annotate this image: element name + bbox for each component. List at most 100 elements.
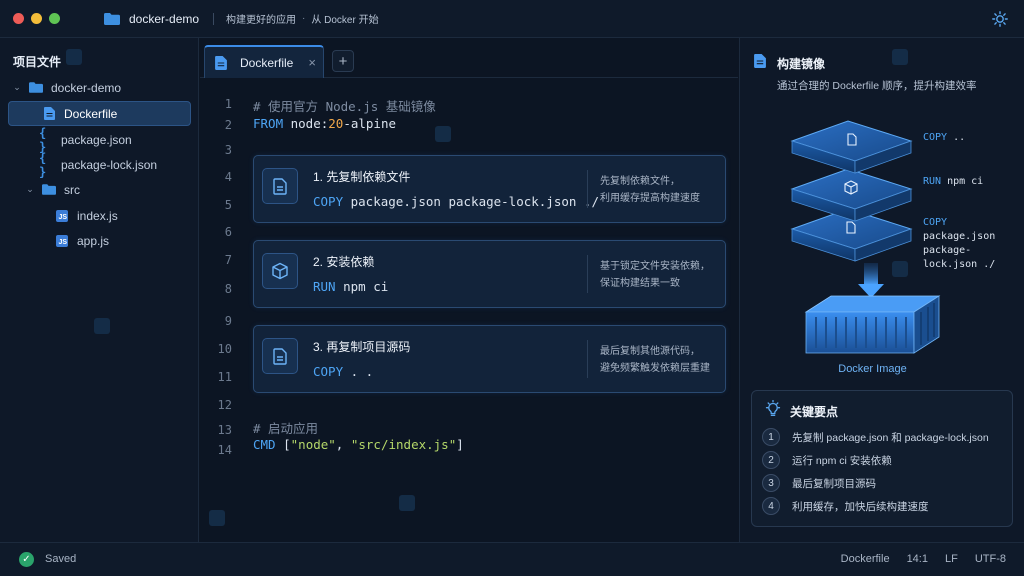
json-icon: { }: [39, 150, 47, 179]
code-text: ..: [947, 132, 966, 143]
key-point-text: 利用缓存，加快后续构建速度: [792, 500, 929, 513]
sun-icon[interactable]: [992, 11, 1008, 27]
key-points-card: 关键要点 1 先复制 package.json 和 package-lock.j…: [751, 390, 1013, 527]
tab-label: Dockerfile: [240, 55, 294, 70]
code-keyword: CMD: [253, 437, 276, 452]
cube-icon: [262, 253, 298, 289]
block-code: COPY . .: [313, 364, 373, 379]
docker-image-label: Docker Image: [838, 363, 907, 375]
block-divider: [587, 340, 588, 378]
layer-label-3: COPY package.json package-lock.json ./: [923, 216, 1024, 272]
project-name[interactable]: docker-demo: [129, 12, 199, 26]
line-number: 8: [224, 282, 232, 296]
code-editor[interactable]: Dockerfile × + 1 2 3 4 5 6 7 8 9 10 11 1…: [200, 38, 738, 542]
watermark-mark: [892, 261, 908, 277]
code-block-copy-source[interactable]: 3. 再复制项目源码 COPY . . 最后复制其他源代码， 避免频繁触发依赖层…: [253, 325, 726, 393]
chevron-down-icon[interactable]: ⌄: [12, 82, 22, 93]
tree-item-app-js[interactable]: JS app.js: [8, 228, 191, 253]
explorer-title: 项目文件: [13, 55, 62, 69]
key-point-item: 4 利用缓存，加快后续构建速度: [762, 497, 929, 515]
tree-item-dockerfile[interactable]: Dockerfile: [8, 101, 191, 126]
key-point-number: 2: [762, 451, 780, 469]
key-point-item: 3 最后复制项目源码: [762, 474, 876, 492]
block-code: COPY package.json package-lock.json ./: [313, 194, 599, 209]
code-text: ,: [335, 437, 351, 452]
docker-image-container: [804, 295, 941, 354]
code-text: package.json package-lock.json ./: [343, 194, 599, 209]
tree-item-label: src: [64, 182, 80, 197]
file-icon: [215, 55, 227, 70]
block-note-line: 利用缓存提高构建速度: [600, 193, 700, 204]
line-number: 7: [224, 253, 232, 267]
status-encoding[interactable]: UTF-8: [975, 553, 1006, 565]
code-line-13[interactable]: # 启动应用: [253, 418, 318, 437]
line-number: 5: [224, 198, 232, 212]
key-point-item: 1 先复制 package.json 和 package-lock.json: [762, 428, 989, 446]
plus-icon[interactable]: +: [332, 50, 354, 72]
tagline: 构建更好的应用: [226, 15, 297, 26]
block-title: 1. 先复制依赖文件: [313, 170, 411, 184]
tree-item-package-json[interactable]: { } package.json: [8, 126, 191, 154]
code-text: ]: [456, 437, 464, 452]
watermark-mark: [892, 49, 908, 65]
code-block-copy-deps[interactable]: 1. 先复制依赖文件 COPY package.json package-loc…: [253, 155, 726, 223]
tree-item-docker-demo[interactable]: ⌄ docker-demo: [8, 75, 191, 100]
key-points-title: 关键要点: [790, 405, 839, 419]
line-number: 9: [224, 314, 232, 328]
tree-item-label: Dockerfile: [64, 106, 118, 121]
line-number: 12: [217, 398, 232, 412]
build-image-panel: 构建镜像 通过合理的 Dockerfile 顺序，提升构建效率 COPY .. …: [739, 38, 1024, 542]
key-point-number: 1: [762, 428, 780, 446]
tree-item-label: package-lock.json: [61, 157, 158, 172]
code-text: node:: [283, 116, 329, 131]
code-text: npm ci: [335, 279, 389, 294]
tree-item-src[interactable]: ⌄ src: [8, 177, 191, 202]
maximize-window-button[interactable]: [49, 13, 60, 24]
code-keyword: COPY: [923, 132, 948, 143]
tree-item-label: index.js: [77, 208, 118, 223]
block-note-line: 先复制依赖文件，: [600, 176, 680, 187]
layer-label-1: COPY ..: [923, 131, 965, 145]
tree-item-index-js[interactable]: JS index.js: [8, 203, 191, 228]
panel-title: 构建镜像: [777, 57, 826, 71]
code-comment: # 启动应用: [253, 421, 319, 436]
file-icon: [262, 338, 298, 374]
window-controls: [13, 13, 60, 24]
code-line-2[interactable]: FROM node:20-alpine: [253, 116, 396, 131]
code-keyword: COPY: [313, 364, 344, 379]
key-point-number: 3: [762, 474, 780, 492]
status-cursor-position[interactable]: 14:1: [907, 553, 928, 565]
code-line-14[interactable]: CMD ["node", "src/index.js"]: [253, 437, 464, 452]
key-point-number: 4: [762, 497, 780, 515]
check-icon: ✓: [19, 552, 34, 567]
folder-icon: [104, 12, 120, 25]
block-title: 2. 安装依赖: [313, 255, 375, 269]
tab-bar: Dockerfile × +: [200, 38, 738, 78]
js-icon: JS: [55, 209, 69, 223]
status-file-type[interactable]: Dockerfile: [841, 553, 890, 565]
close-window-button[interactable]: [13, 13, 24, 24]
chevron-down-icon[interactable]: ⌄: [25, 184, 35, 195]
block-note-line: 保证构建结果一致: [600, 278, 680, 289]
code-line-1[interactable]: # 使用官方 Node.js 基础镜像: [253, 96, 436, 115]
code-number: 20: [328, 116, 344, 131]
layer-label-2: RUN npm ci: [923, 175, 983, 189]
close-icon[interactable]: ×: [308, 55, 316, 70]
save-status: Saved: [45, 553, 77, 565]
file-icon: [262, 168, 298, 204]
status-line-ending[interactable]: LF: [945, 553, 958, 565]
arrow-down-icon: [858, 263, 884, 298]
code-keyword: COPY: [313, 194, 344, 209]
status-right: Dockerfile 14:1 LF UTF-8: [824, 553, 1006, 565]
tab-dockerfile[interactable]: Dockerfile ×: [204, 45, 324, 78]
minimize-window-button[interactable]: [31, 13, 42, 24]
key-point-text: 运行 npm ci 安装依赖: [792, 454, 892, 467]
tree-item-package-lock-json[interactable]: { } package-lock.json: [8, 150, 191, 179]
line-number: 3: [224, 143, 232, 157]
file-icon: [42, 107, 56, 121]
code-text: [: [275, 437, 291, 452]
code-text: package-lock.json ./: [923, 245, 996, 270]
block-note-line: 基于锁定文件安装依赖，: [600, 261, 710, 272]
layer-copy-source: [790, 120, 913, 174]
code-block-install-deps[interactable]: 2. 安装依赖 RUN npm ci 基于锁定文件安装依赖， 保证构建结果一致: [253, 240, 726, 308]
